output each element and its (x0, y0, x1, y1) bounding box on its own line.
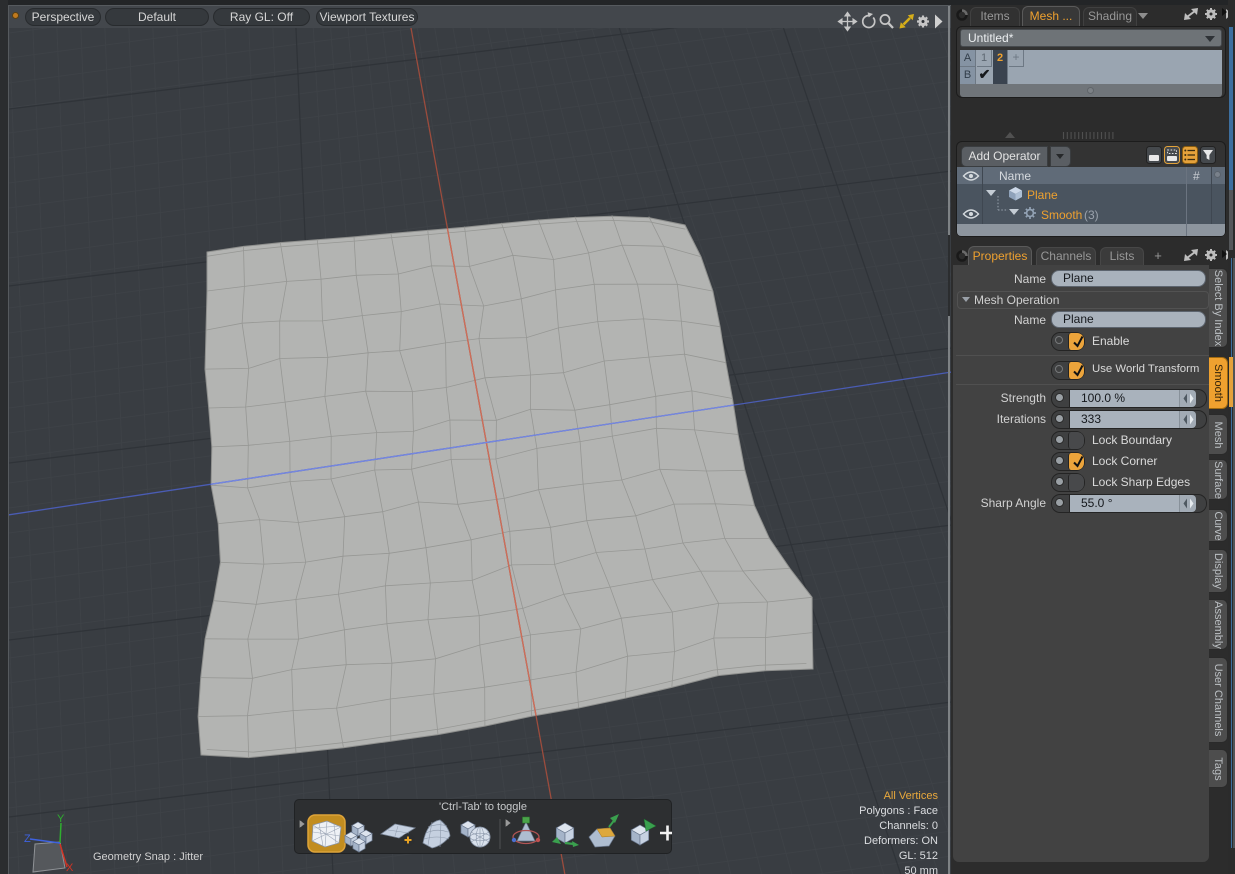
svg-text:X: X (66, 862, 74, 874)
svg-text:Z: Z (24, 833, 31, 845)
svg-text:Y: Y (57, 813, 65, 825)
